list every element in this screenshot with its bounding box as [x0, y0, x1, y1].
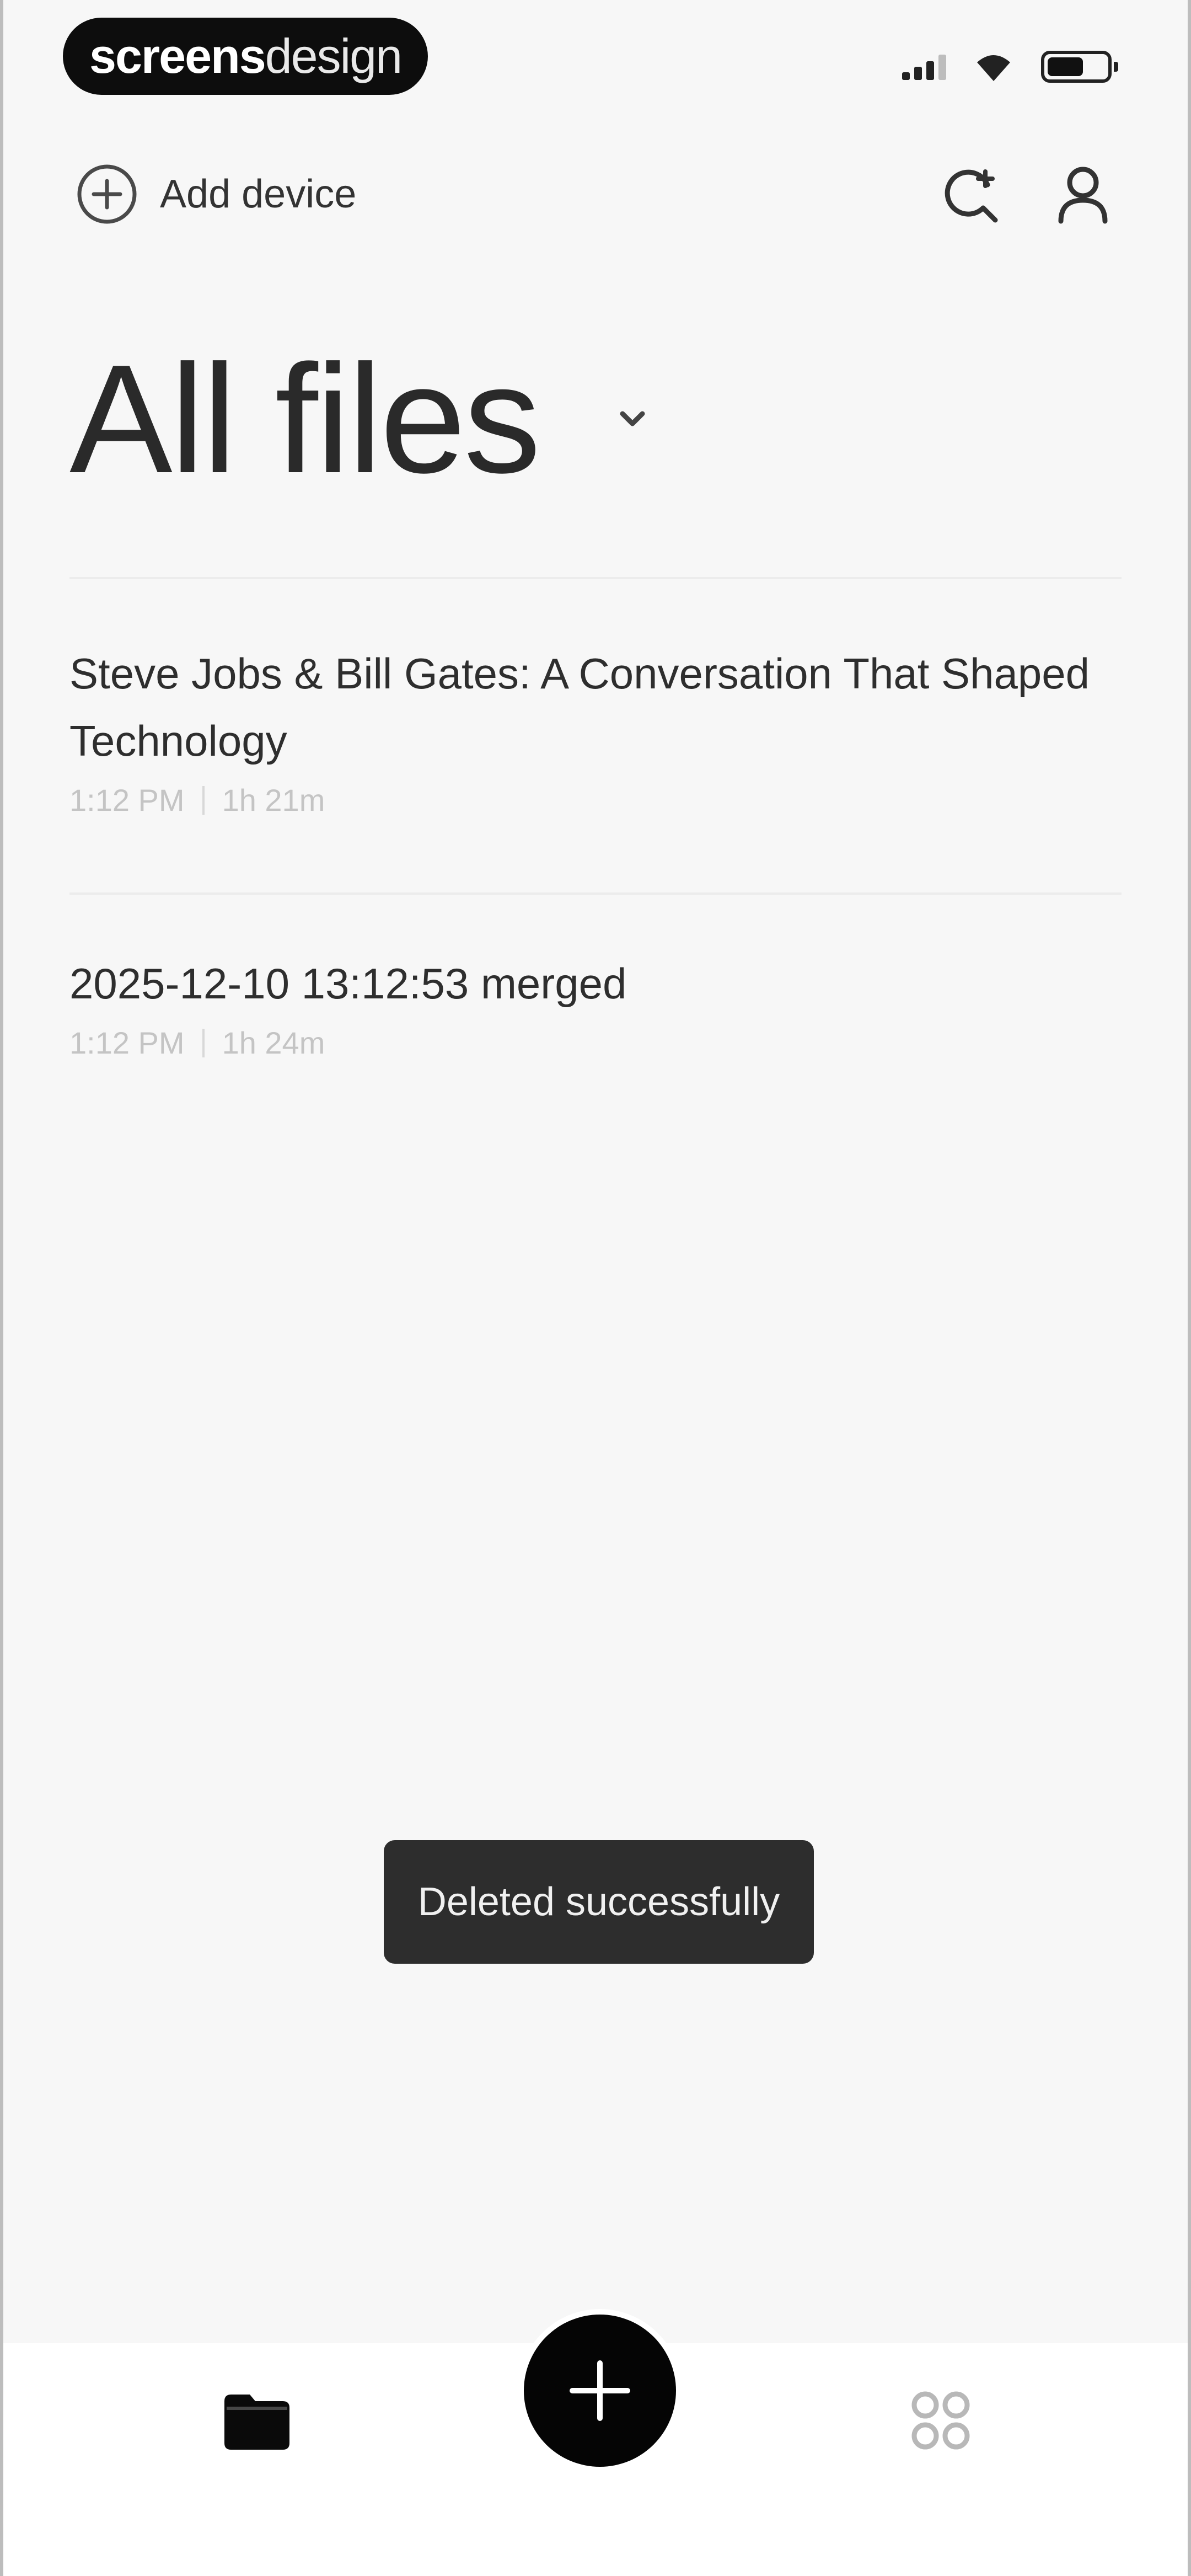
apps-grid-icon	[911, 2391, 970, 2450]
toast-notification: Deleted successfully	[384, 1840, 814, 1964]
top-nav: Add device	[3, 149, 1188, 237]
folder-selector[interactable]: All files	[69, 342, 649, 496]
file-title: 2025-12-10 13:12:53 merged	[69, 959, 627, 1008]
wifi-icon	[977, 55, 1010, 81]
tab-files[interactable]	[213, 2376, 301, 2465]
file-time: 1:12 PM	[69, 783, 185, 817]
battery-icon	[1041, 51, 1118, 83]
plus-circle-icon	[77, 164, 137, 224]
search-button[interactable]	[937, 161, 1004, 227]
cellular-signal-icon	[902, 54, 946, 80]
chevron-down-icon	[620, 411, 645, 426]
folder-icon	[224, 2395, 289, 2450]
status-icons	[902, 51, 1118, 83]
brand-logo: screens design	[63, 18, 428, 95]
plus-icon	[570, 2360, 630, 2421]
add-device-button[interactable]: Add device	[74, 161, 356, 227]
list-divider	[69, 577, 1122, 579]
user-icon	[1058, 167, 1108, 224]
page-title: All files	[69, 333, 541, 505]
profile-button[interactable]	[1050, 161, 1116, 227]
file-duration: 1h 21m	[222, 783, 325, 817]
brand-logo-part1: screens	[89, 29, 266, 83]
file-list-item[interactable]: 2025-12-10 13:12:53 merged 1:12 PM 1h 24…	[69, 950, 1122, 1061]
add-device-label: Add device	[160, 172, 357, 216]
tab-apps[interactable]	[897, 2376, 985, 2465]
file-time: 1:12 PM	[69, 1025, 185, 1060]
app-screen: screens design Add device All files Stev…	[0, 0, 1191, 2576]
status-bar: screens design	[3, 0, 1188, 110]
meta-separator	[202, 785, 205, 815]
new-recording-button[interactable]	[524, 2315, 676, 2467]
list-divider	[69, 892, 1122, 895]
meta-separator	[202, 1028, 205, 1057]
brand-logo-part2: design	[265, 29, 403, 83]
file-list-item[interactable]: Steve Jobs & Bill Gates: A Conversation …	[69, 640, 1122, 818]
file-title: Steve Jobs & Bill Gates: A Conversation …	[69, 649, 1090, 765]
file-meta: 1:12 PM 1h 21m	[69, 782, 1122, 818]
search-icon	[945, 169, 998, 223]
file-duration: 1h 24m	[222, 1025, 325, 1060]
file-meta: 1:12 PM 1h 24m	[69, 1025, 1122, 1061]
toast-message: Deleted successfully	[417, 1880, 780, 1924]
